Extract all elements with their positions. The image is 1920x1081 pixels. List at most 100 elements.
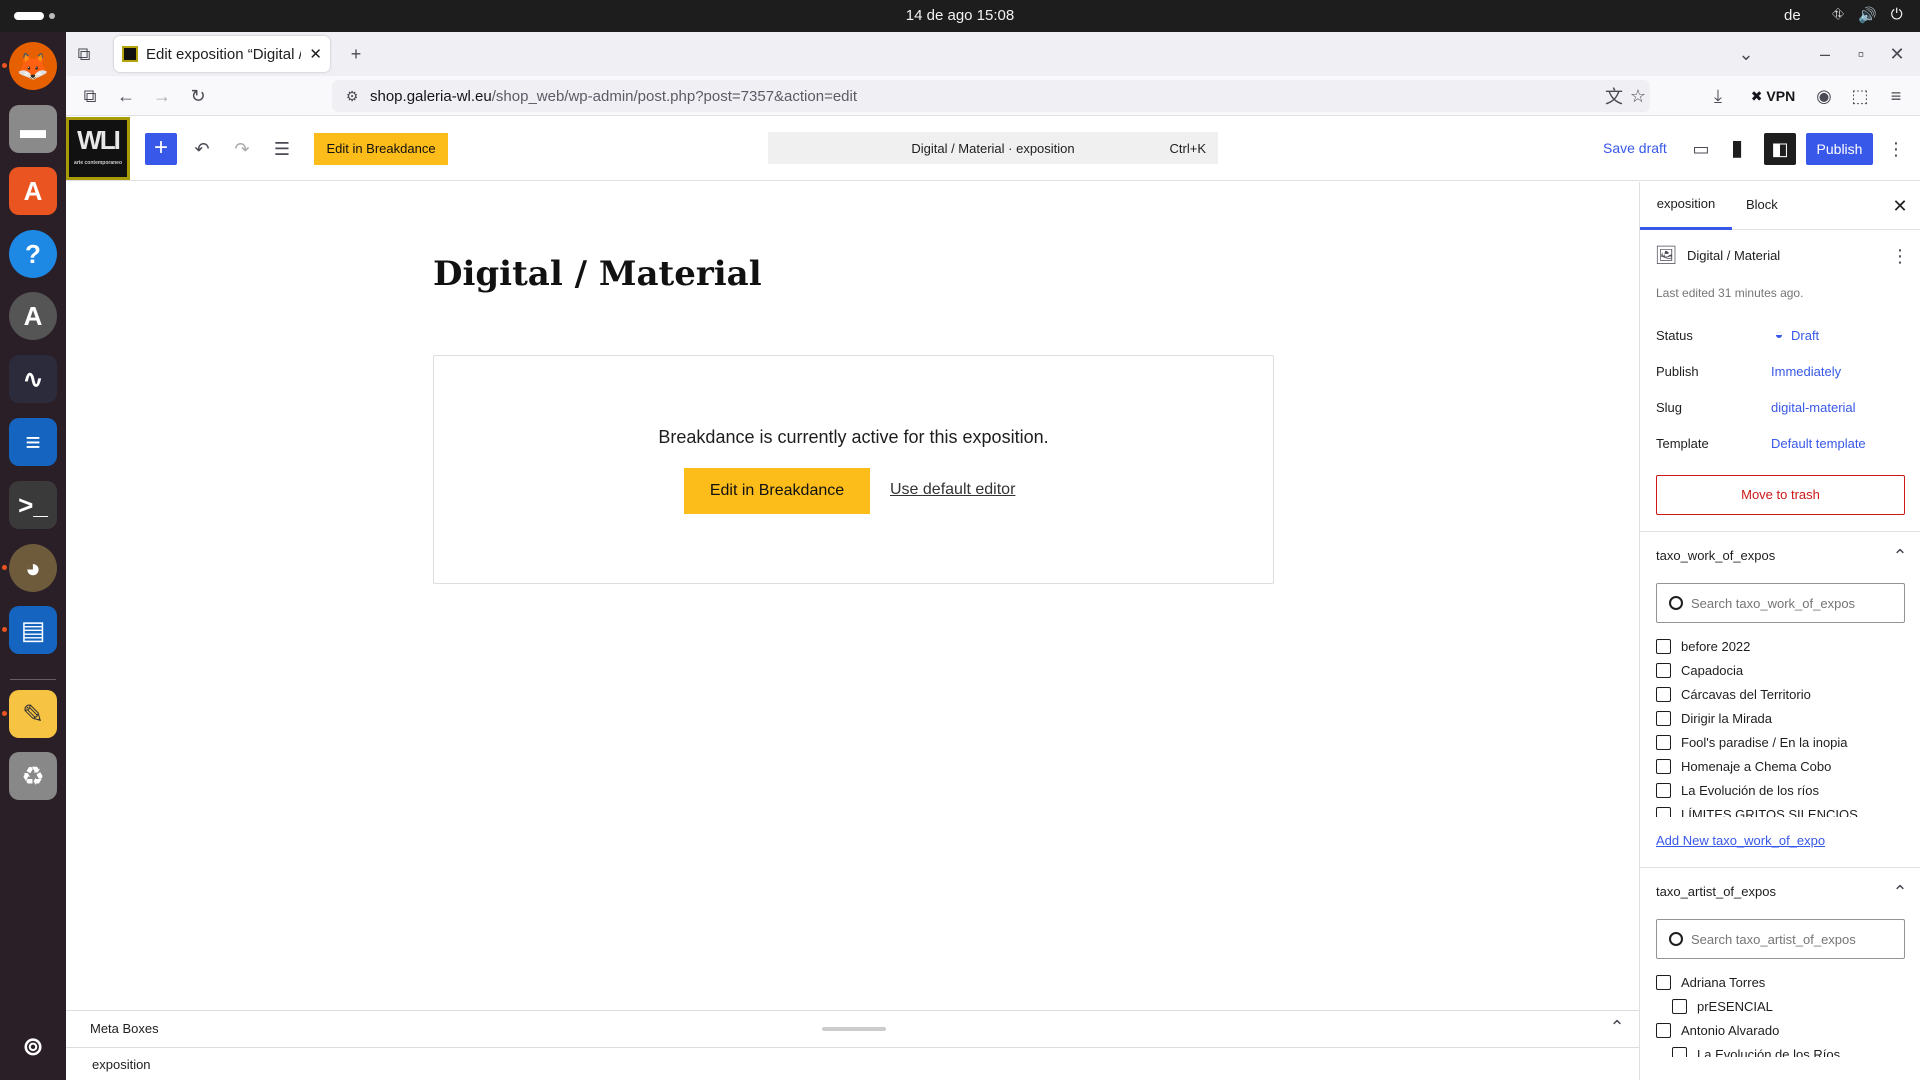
save-draft-button[interactable]: Save draft xyxy=(1603,140,1667,156)
tax-work-item[interactable]: Dirigir la Mirada xyxy=(1656,711,1772,726)
sidebar-toggle-icon[interactable]: ⧉ xyxy=(80,86,100,106)
checkbox[interactable] xyxy=(1656,759,1671,774)
app-menu-icon[interactable]: ≡ xyxy=(1886,86,1906,106)
preview-icon[interactable]: ▭ xyxy=(1690,138,1712,160)
checkbox[interactable] xyxy=(1656,639,1671,654)
post-title[interactable]: Digital / Material xyxy=(433,254,762,294)
tax-work-search-input[interactable]: Search taxo_work_of_expos xyxy=(1656,583,1905,623)
restore-icon[interactable]: ▫ xyxy=(1851,44,1871,64)
tab-exposition[interactable]: exposition xyxy=(1640,182,1732,230)
close-tab-icon[interactable]: ✕ xyxy=(309,45,322,63)
vpn-button[interactable]: ✖ VPN xyxy=(1746,86,1800,106)
tab-edit-exposition[interactable]: Edit exposition “Digital / M ✕ xyxy=(114,36,330,72)
checkbox[interactable] xyxy=(1656,735,1671,750)
text-editor-icon[interactable]: ✎ xyxy=(9,690,57,738)
meta-boxes-label[interactable]: Meta Boxes xyxy=(90,1021,159,1036)
checkbox[interactable] xyxy=(1656,783,1671,798)
tax-artist-search-input[interactable]: Search taxo_artist_of_expos xyxy=(1656,919,1905,959)
files-icon[interactable]: ▬ xyxy=(9,105,57,153)
reload-icon[interactable]: ↻ xyxy=(188,86,208,106)
tax-work-item-label: Homenaje a Chema Cobo xyxy=(1681,759,1832,774)
tax-artist-item[interactable]: prESENCIAL xyxy=(1672,999,1773,1014)
keyboard-layout[interactable]: de xyxy=(1784,7,1801,24)
url-bar[interactable]: ⚙ shop.galeria-wl.eu/shop_web/wp-admin/p… xyxy=(332,80,1650,112)
checkbox[interactable] xyxy=(1656,975,1671,990)
tax-artist-item[interactable]: La Evolución de los Ríos xyxy=(1672,1047,1840,1057)
status-value[interactable]: ◒ Draft xyxy=(1771,326,1819,343)
software-updater-icon[interactable]: A xyxy=(9,292,57,340)
checkbox[interactable] xyxy=(1656,687,1671,702)
forward-icon[interactable]: → xyxy=(152,86,172,106)
clock[interactable]: 14 de ago 15:08 xyxy=(0,7,1920,24)
block-inserter-button[interactable]: + xyxy=(145,133,177,165)
system-tray[interactable]: ⛗ 🔊 ⏻ xyxy=(1832,6,1903,24)
post-actions-icon[interactable]: ⋮ xyxy=(1890,246,1910,266)
slug-value[interactable]: digital-material xyxy=(1771,400,1856,415)
chevron-up-icon[interactable]: ⌃ xyxy=(1890,546,1910,566)
tab-overview-icon[interactable]: ⧉ xyxy=(74,44,94,64)
checkbox[interactable] xyxy=(1656,807,1671,817)
tax-work-item[interactable]: Cárcavas del Territorio xyxy=(1656,687,1811,702)
tab-block[interactable]: Block xyxy=(1746,197,1778,212)
site-logo[interactable]: WLI arte contemporaneo xyxy=(66,117,130,180)
command-palette[interactable]: Digital / Material · exposition Ctrl+K xyxy=(768,132,1218,164)
checkbox[interactable] xyxy=(1656,711,1671,726)
writer-icon[interactable]: ≡ xyxy=(9,418,57,466)
checkbox[interactable] xyxy=(1672,999,1687,1014)
document-overview-icon[interactable]: ☰ xyxy=(271,138,293,160)
publish-value[interactable]: Immediately xyxy=(1771,364,1841,379)
move-to-trash-button[interactable]: Move to trash xyxy=(1656,475,1905,515)
tax-work-item[interactable]: La Evolución de los ríos xyxy=(1656,783,1819,798)
redo-icon[interactable]: ↷ xyxy=(231,138,253,160)
tax-work-item[interactable]: LÍMITES GRITOS SILENCIOS xyxy=(1656,807,1858,817)
resize-handle[interactable] xyxy=(822,1027,886,1031)
template-value[interactable]: Default template xyxy=(1771,436,1866,451)
system-monitor-icon[interactable]: ∿ xyxy=(9,355,57,403)
settings-toggle-button[interactable]: ◧ xyxy=(1764,133,1796,165)
close-window-icon[interactable]: ✕ xyxy=(1887,44,1907,64)
tax-work-item[interactable]: Fool's paradise / En la inopia xyxy=(1656,735,1848,750)
app-center-icon[interactable]: A xyxy=(9,167,57,215)
tax-work-title[interactable]: taxo_work_of_expos xyxy=(1656,548,1775,563)
close-sidebar-icon[interactable]: ✕ xyxy=(1890,196,1910,216)
tax-work-item[interactable]: before 2022 xyxy=(1656,639,1750,654)
translate-icon[interactable]: 文 xyxy=(1604,86,1624,107)
trash-icon[interactable]: ♻ xyxy=(9,752,57,800)
firefox-icon[interactable]: 🦊 xyxy=(9,42,57,90)
tax-work-item[interactable]: Capadocia xyxy=(1656,663,1743,678)
account-icon[interactable]: ◉ xyxy=(1814,86,1834,106)
edit-in-breakdance-header-button[interactable]: Edit in Breakdance xyxy=(314,133,448,165)
tax-work-item-label: La Evolución de los ríos xyxy=(1681,783,1820,798)
breadcrumb[interactable]: exposition xyxy=(66,1047,1639,1081)
show-apps-icon[interactable]: ⊚ xyxy=(9,1022,57,1070)
minimize-icon[interactable]: – xyxy=(1815,44,1835,64)
downloads-icon[interactable]: ⤓ xyxy=(1708,86,1728,106)
site-info-icon[interactable]: ⚙ xyxy=(342,86,362,106)
tax-artist-item[interactable]: Adriana Torres xyxy=(1656,975,1765,990)
chevron-up-icon[interactable]: ⌃ xyxy=(1607,1017,1627,1037)
help-icon[interactable]: ? xyxy=(9,230,57,278)
chevron-up-icon[interactable]: ⌃ xyxy=(1890,882,1910,902)
options-menu-icon[interactable]: ⋮ xyxy=(1886,138,1906,160)
add-new-work-link[interactable]: Add New taxo_work_of_expo xyxy=(1656,833,1825,848)
back-icon[interactable]: ← xyxy=(116,86,136,106)
vpn-label: VPN xyxy=(1766,88,1796,104)
use-default-editor-link[interactable]: Use default editor xyxy=(890,481,1015,499)
writer-document-icon[interactable]: ▤ xyxy=(9,606,57,654)
undo-icon[interactable]: ↶ xyxy=(191,138,213,160)
terminal-icon[interactable]: >_ xyxy=(9,481,57,529)
edit-in-breakdance-button[interactable]: Edit in Breakdance xyxy=(684,468,870,514)
tax-artist-title[interactable]: taxo_artist_of_expos xyxy=(1656,884,1776,899)
publish-button[interactable]: Publish xyxy=(1806,133,1873,165)
checkbox[interactable] xyxy=(1656,663,1671,678)
tax-work-item[interactable]: Homenaje a Chema Cobo xyxy=(1656,759,1831,774)
gimp-icon[interactable]: ◕ xyxy=(9,544,57,592)
new-tab-icon[interactable]: + xyxy=(346,44,366,64)
breakdance-icon[interactable]: ▮ xyxy=(1726,135,1748,160)
bookmark-star-icon[interactable]: ☆ xyxy=(1628,86,1648,106)
tax-artist-item[interactable]: Antonio Alvarado xyxy=(1656,1023,1779,1038)
checkbox[interactable] xyxy=(1672,1047,1687,1057)
checkbox[interactable] xyxy=(1656,1023,1671,1038)
tab-list-icon[interactable]: ⌄ xyxy=(1736,44,1756,64)
extensions-icon[interactable]: ⬚ xyxy=(1850,86,1870,106)
